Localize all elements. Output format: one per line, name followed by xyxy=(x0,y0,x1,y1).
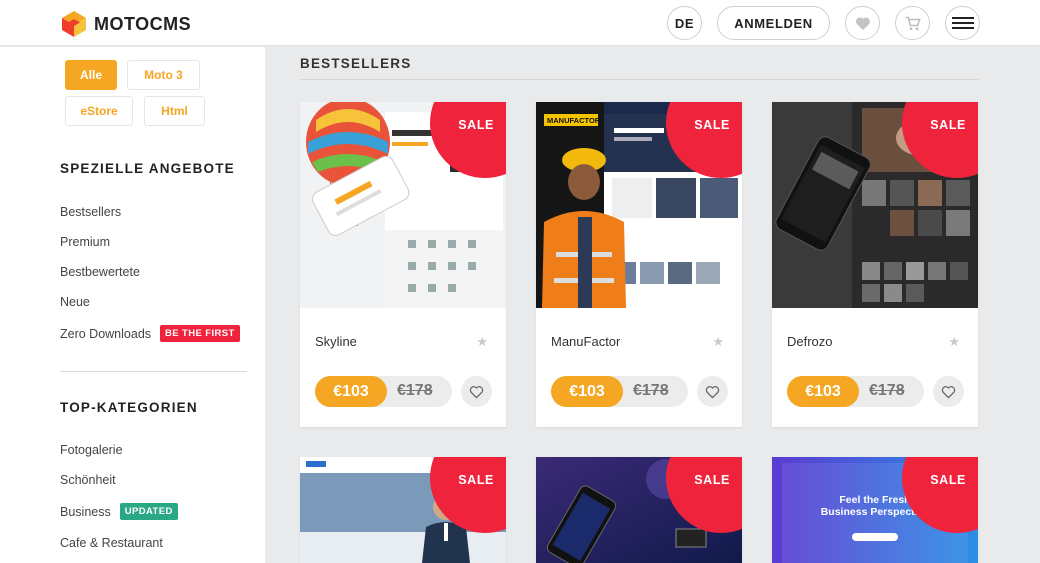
old-price: €178 xyxy=(869,382,905,399)
top-categories-heading: TOP-KATEGORIEN xyxy=(60,400,198,415)
logo-text: MOTOCMS xyxy=(94,13,192,34)
product-thumbnail[interactable]: SALE xyxy=(772,102,978,308)
filter-moto3[interactable]: Moto 3 xyxy=(127,60,200,90)
product-card-defrozo[interactable]: SALE Defrozo ★ €103 €178 xyxy=(772,102,978,427)
menu-button[interactable] xyxy=(945,6,980,40)
product-card-manufactor[interactable]: MANUFACTOR SALE ManuFactor ★ €103 €178 xyxy=(536,102,742,427)
sale-label: SALE xyxy=(930,473,966,487)
sale-price: €103 xyxy=(551,376,623,407)
title-divider xyxy=(300,79,979,80)
add-to-wishlist-button[interactable] xyxy=(933,376,964,407)
product-name[interactable]: Skyline xyxy=(315,334,357,349)
star-icon[interactable]: ★ xyxy=(948,334,960,350)
logo-cube-icon xyxy=(62,11,86,37)
special-offers-heading: SPEZIELLE ANGEBOTE xyxy=(60,161,235,176)
product-thumbnail[interactable]: SALE xyxy=(300,102,506,308)
sidebar-item-label: Fotogalerie xyxy=(60,443,123,457)
product-name[interactable]: Defrozo xyxy=(787,334,833,349)
filter-estore[interactable]: eStore xyxy=(65,96,133,126)
sidebar-item-premium[interactable]: Premium xyxy=(60,235,110,249)
product-card-row2-2[interactable]: SALE xyxy=(536,457,742,563)
star-icon[interactable]: ★ xyxy=(476,334,488,350)
logo[interactable]: MOTOCMS xyxy=(60,10,191,38)
heart-outline-icon xyxy=(941,385,956,399)
be-the-first-badge: BE THE FIRST xyxy=(160,325,240,342)
sidebar-divider xyxy=(60,371,247,372)
product-thumbnail[interactable]: SALE xyxy=(536,457,742,563)
language-button[interactable]: DE xyxy=(667,6,702,40)
sidebar: Alle Moto 3 eStore Html SPEZIELLE ANGEBO… xyxy=(0,47,265,563)
product-name[interactable]: ManuFactor xyxy=(551,334,620,349)
hamburger-icon xyxy=(951,17,974,29)
cart-icon xyxy=(905,16,921,30)
sidebar-item-cafe-restaurant[interactable]: Cafe & Restaurant xyxy=(60,536,163,550)
sidebar-item-bestsellers[interactable]: Bestsellers xyxy=(60,205,121,219)
cart-button[interactable] xyxy=(895,6,930,40)
sale-price: €103 xyxy=(315,376,387,407)
sale-label: SALE xyxy=(694,118,730,132)
sale-label: SALE xyxy=(694,473,730,487)
sidebar-item-bestbewertete[interactable]: Bestbewertete xyxy=(60,265,140,279)
sidebar-item-zero-downloads[interactable]: Zero Downloads BE THE FIRST xyxy=(60,325,240,342)
add-to-wishlist-button[interactable] xyxy=(697,376,728,407)
updated-badge: UPDATED xyxy=(119,503,178,520)
sale-label: SALE xyxy=(930,118,966,132)
product-thumbnail[interactable]: SALE xyxy=(300,457,506,563)
price-block[interactable]: €103 €178 xyxy=(315,376,452,407)
top-navigation: MOTOCMS DE ANMELDEN xyxy=(0,0,1040,46)
heart-outline-icon xyxy=(469,385,484,399)
old-price: €178 xyxy=(633,382,669,399)
sidebar-item-business[interactable]: Business UPDATED xyxy=(60,503,178,520)
heart-icon xyxy=(855,16,870,30)
sidebar-item-label: Cafe & Restaurant xyxy=(60,536,163,550)
product-thumbnail[interactable]: MANUFACTOR SALE xyxy=(536,102,742,308)
filter-alle[interactable]: Alle xyxy=(65,60,117,90)
preview-headline-1: Feel the Fresh xyxy=(839,494,910,506)
product-thumbnail[interactable]: Feel the Fresh Business Perspective SALE xyxy=(772,457,978,563)
product-card-row2-3[interactable]: Feel the Fresh Business Perspective SALE xyxy=(772,457,978,563)
sidebar-item-label: Premium xyxy=(60,235,111,249)
sidebar-item-fotogalerie[interactable]: Fotogalerie xyxy=(60,443,123,457)
sidebar-item-label: Neue xyxy=(60,295,90,309)
sale-label: SALE xyxy=(458,473,494,487)
sale-label: SALE xyxy=(458,118,494,132)
old-price: €178 xyxy=(397,382,433,399)
product-card-row2-1[interactable]: SALE xyxy=(300,457,506,563)
sidebar-item-neue[interactable]: Neue xyxy=(60,295,90,309)
filter-html[interactable]: Html xyxy=(144,96,205,126)
sidebar-item-label: Business xyxy=(60,504,111,519)
add-to-wishlist-button[interactable] xyxy=(461,376,492,407)
price-block[interactable]: €103 €178 xyxy=(551,376,688,407)
sidebar-item-schoenheit[interactable]: Schönheit xyxy=(60,473,116,487)
sale-price: €103 xyxy=(787,376,859,407)
sidebar-item-label: Zero Downloads xyxy=(60,326,152,341)
heart-outline-icon xyxy=(705,385,720,399)
product-card-skyline[interactable]: SALE Skyline ★ €103 €178 xyxy=(300,102,506,427)
price-block[interactable]: €103 €178 xyxy=(787,376,924,407)
wishlist-button[interactable] xyxy=(845,6,880,40)
svg-text:MANUFACTOR: MANUFACTOR xyxy=(547,116,601,125)
sidebar-item-label: Bestsellers xyxy=(60,205,122,219)
page-title: BESTSELLERS xyxy=(300,56,412,71)
sidebar-item-label: Bestbewertete xyxy=(60,265,140,279)
sidebar-item-label: Schönheit xyxy=(60,473,116,487)
login-button[interactable]: ANMELDEN xyxy=(717,6,830,40)
star-icon[interactable]: ★ xyxy=(712,334,724,350)
